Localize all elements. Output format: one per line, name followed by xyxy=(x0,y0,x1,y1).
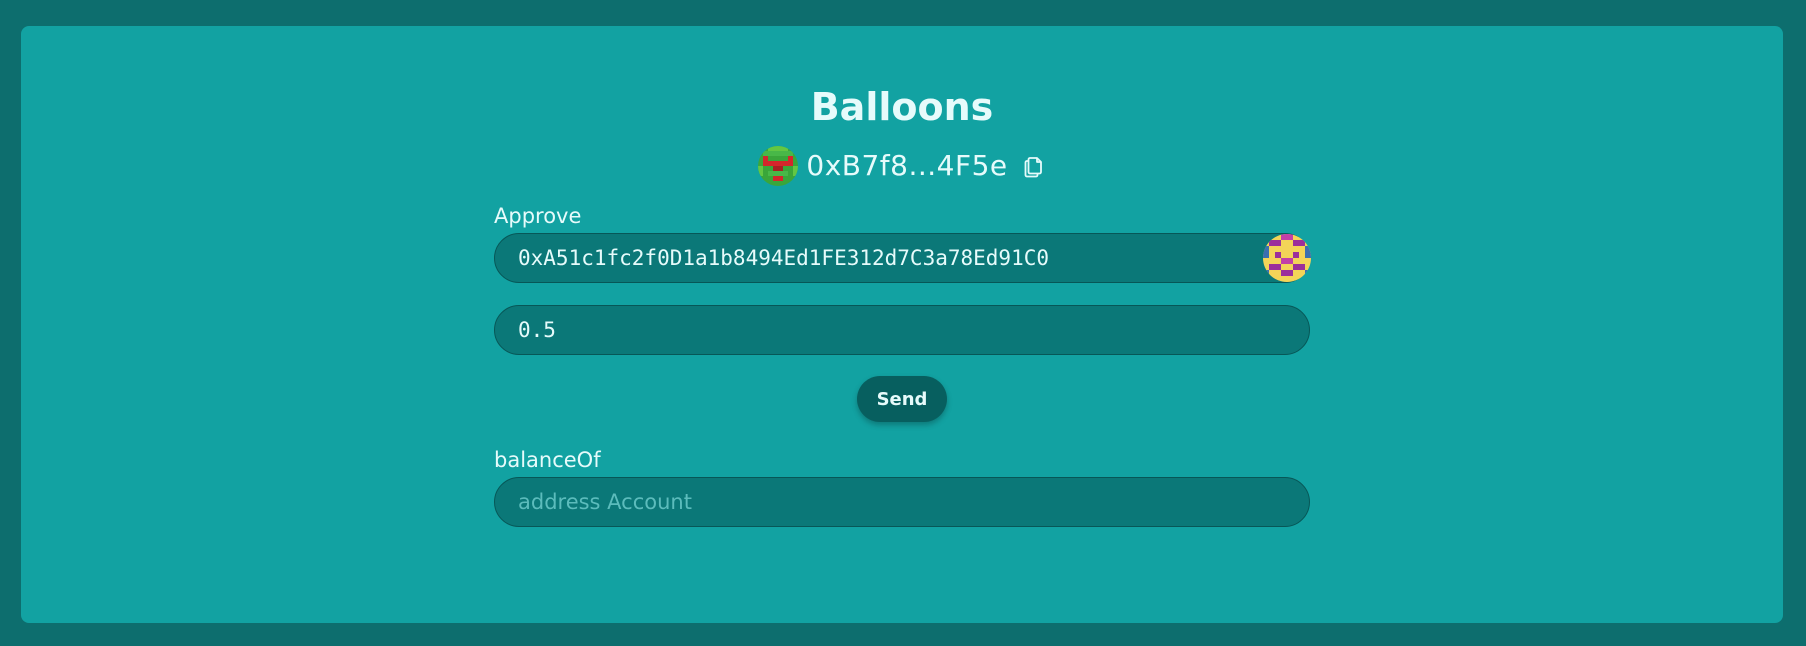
approve-amount-field[interactable] xyxy=(494,305,1310,355)
contract-avatar-icon xyxy=(758,146,799,186)
balanceof-label: balanceOf xyxy=(494,448,601,472)
contract-title: Balloons xyxy=(810,85,994,129)
approve-spender-field[interactable] xyxy=(494,233,1311,283)
approve-amount-input[interactable] xyxy=(495,306,1309,354)
send-button[interactable]: Send xyxy=(857,376,947,422)
balanceof-account-field[interactable] xyxy=(494,477,1310,527)
balanceof-account-input[interactable] xyxy=(495,478,1309,526)
spender-avatar-icon xyxy=(1263,234,1311,282)
approve-label: Approve xyxy=(494,204,582,228)
contract-address[interactable]: 0xB7f8...4F5e xyxy=(806,146,1007,186)
approve-spender-input[interactable] xyxy=(495,234,1309,282)
contract-address-row: 0xB7f8...4F5e xyxy=(21,146,1783,186)
copy-icon[interactable] xyxy=(1022,154,1046,178)
